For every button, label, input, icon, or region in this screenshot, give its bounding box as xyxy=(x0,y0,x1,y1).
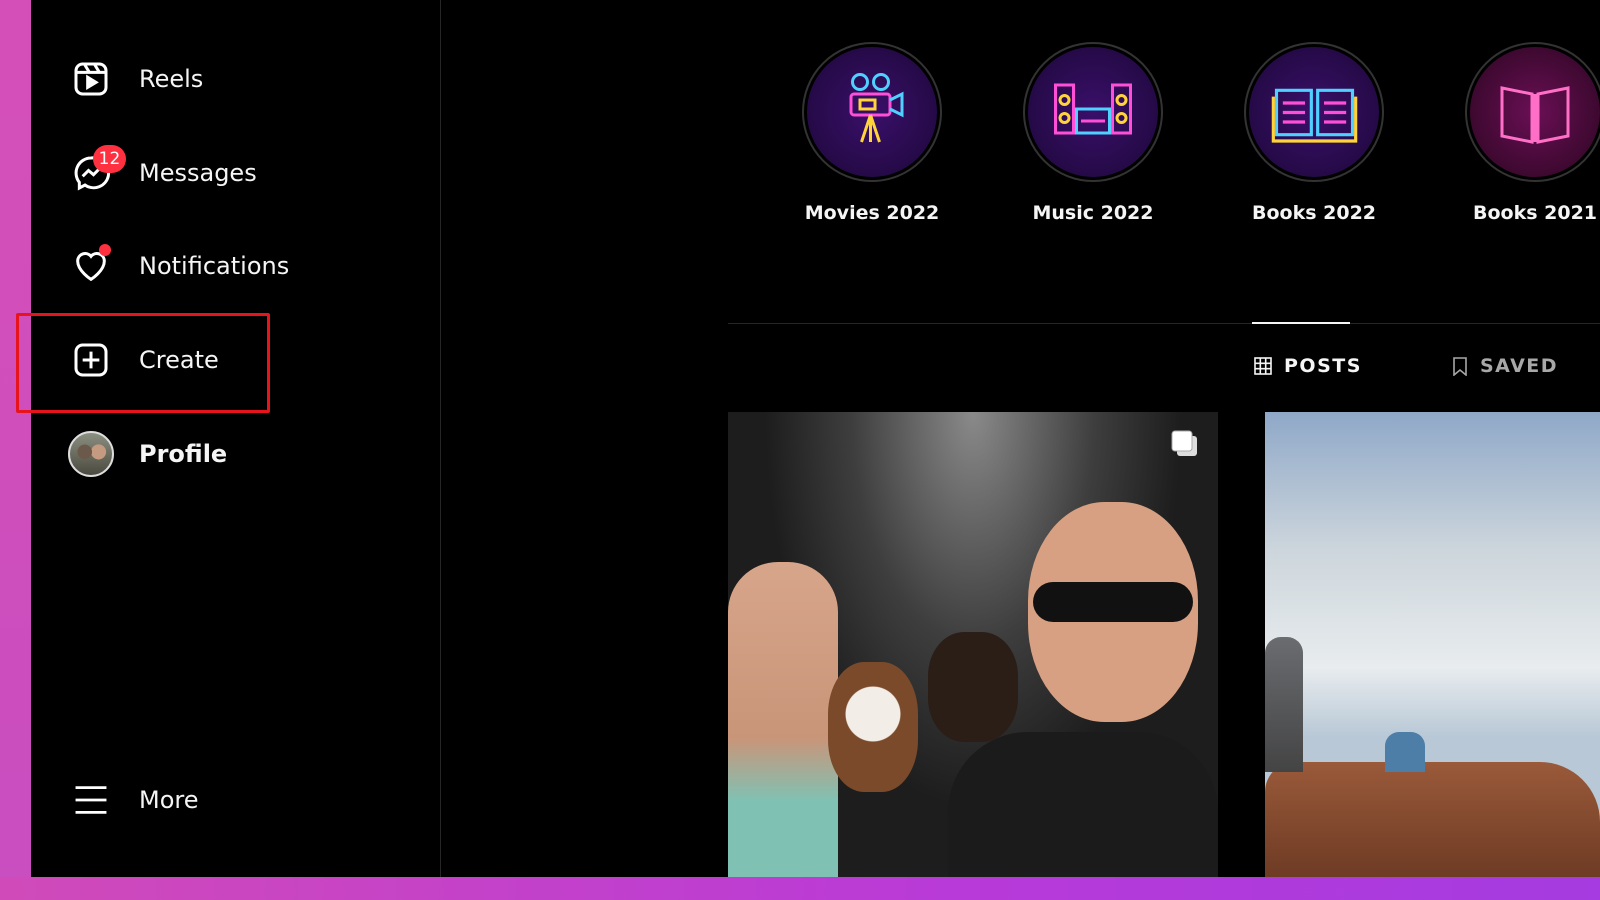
post-thumbnail-rocks[interactable] xyxy=(1265,412,1600,877)
sidebar-item-label: Messages xyxy=(139,159,257,187)
open-book-icon xyxy=(1249,47,1379,177)
bookmark-icon xyxy=(1453,356,1467,376)
sidebar-item-label: More xyxy=(139,786,199,814)
sidebar-item-label: Reels xyxy=(139,65,204,93)
grid-icon xyxy=(1254,357,1272,375)
highlight-label: Books 2022 xyxy=(1251,202,1377,224)
sidebar-item-profile[interactable]: Profile xyxy=(67,429,227,479)
highlight-movies-2022[interactable]: Movies 2022 xyxy=(802,42,942,224)
sidebar-item-more[interactable]: More xyxy=(67,775,199,825)
desktop-taskbar-gradient xyxy=(0,877,1600,900)
sidebar: Reels 12 Messages Notifications Create P… xyxy=(31,0,441,877)
sidebar-item-notifications[interactable]: Notifications xyxy=(67,241,289,291)
sidebar-item-reels[interactable]: Reels xyxy=(67,54,203,104)
post-thumbnail-car-selfie[interactable] xyxy=(728,412,1218,877)
highlight-books-2021[interactable]: Books 2021 xyxy=(1465,42,1600,224)
tab-label: POSTS xyxy=(1284,355,1362,377)
desktop-background xyxy=(0,0,31,900)
highlight-books-2022[interactable]: Books 2022 xyxy=(1244,42,1384,224)
sidebar-item-label: Notifications xyxy=(139,252,290,280)
active-tab-indicator xyxy=(1252,322,1350,324)
hamburger-icon xyxy=(67,776,115,824)
heart-icon xyxy=(67,242,115,290)
profile-tabs-divider xyxy=(728,323,1600,324)
sidebar-item-messages[interactable]: 12 Messages xyxy=(67,145,257,198)
sidebar-item-create[interactable]: Create xyxy=(67,335,219,385)
highlight-label: Music 2022 xyxy=(1032,202,1154,224)
highlight-label: Books 2021 xyxy=(1472,202,1598,224)
reels-icon xyxy=(67,55,115,103)
book-icon xyxy=(1470,47,1600,177)
stereo-icon xyxy=(1028,47,1158,177)
avatar xyxy=(68,431,114,477)
tab-posts[interactable]: POSTS xyxy=(1254,355,1362,377)
movie-camera-icon xyxy=(807,47,937,177)
unread-badge: 12 xyxy=(93,145,126,173)
sidebar-item-label: Create xyxy=(139,346,219,374)
notification-dot xyxy=(99,244,111,256)
messenger-icon: 12 xyxy=(67,145,126,197)
tab-saved[interactable]: SAVED xyxy=(1452,355,1558,377)
carousel-icon xyxy=(1171,430,1197,456)
sidebar-item-label: Profile xyxy=(139,440,228,468)
highlight-music-2022[interactable]: Music 2022 xyxy=(1023,42,1163,224)
plus-square-icon xyxy=(67,336,115,384)
tab-label: SAVED xyxy=(1480,355,1559,377)
highlight-label: Movies 2022 xyxy=(804,202,940,224)
